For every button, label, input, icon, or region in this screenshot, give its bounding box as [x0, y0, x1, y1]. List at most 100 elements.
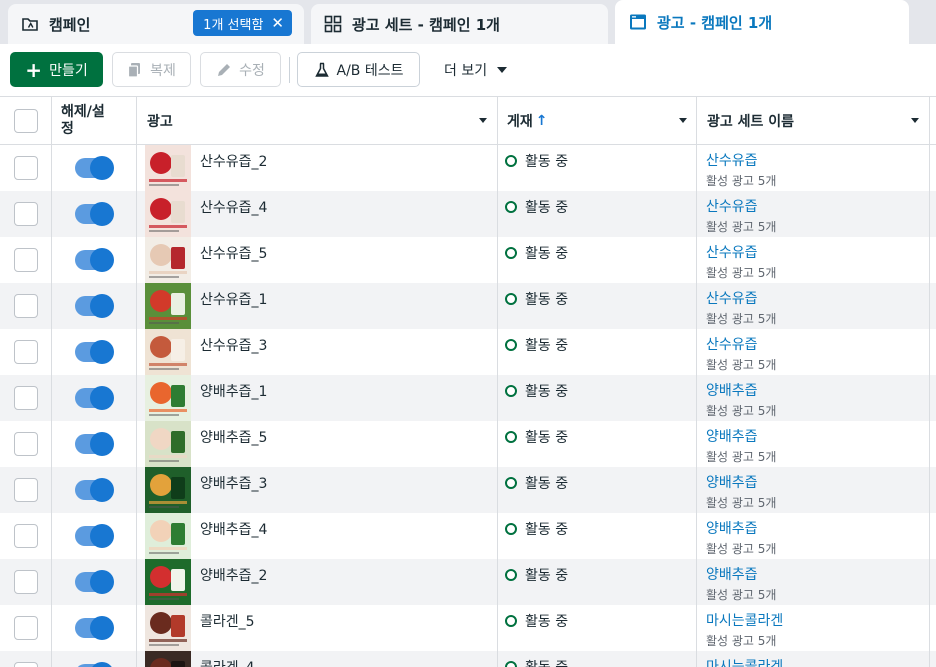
adset-link[interactable]: 산수유즙: [706, 196, 758, 216]
ad-name[interactable]: 콜라겐_5: [200, 611, 255, 631]
row-checkbox[interactable]: [14, 340, 38, 364]
adset-link[interactable]: 양배추즙: [706, 472, 758, 492]
table-row[interactable]: 산수유즙_4 활동 중 산수유즙 활성 광고 5개: [0, 191, 936, 237]
ad-name[interactable]: 양배추즙_4: [200, 519, 267, 539]
ad-name[interactable]: 양배추즙_3: [200, 473, 267, 493]
adset-link[interactable]: 양배추즙: [706, 380, 758, 400]
adset-link[interactable]: 산수유즙: [706, 242, 758, 262]
ad-toggle[interactable]: [75, 294, 114, 318]
select-all-checkbox[interactable]: [14, 109, 38, 133]
ad-thumbnail[interactable]: [145, 375, 191, 421]
table-row[interactable]: 콜라겐_4 활동 중 마시는콜라겐: [0, 651, 936, 667]
ad-name[interactable]: 양배추즙_5: [200, 427, 267, 447]
ad-toggle[interactable]: [75, 386, 114, 410]
tab-ads[interactable]: 광고 - 캠페인 1개: [615, 0, 909, 44]
ad-thumbnail[interactable]: [145, 513, 191, 559]
ad-toggle[interactable]: [75, 524, 114, 548]
column-menu-icon[interactable]: [911, 118, 919, 123]
tab-adsets[interactable]: 광고 세트 - 캠페인 1개: [311, 4, 608, 44]
table-row[interactable]: 양배추즙_1 활동 중 양배추즙 활성 광고 5개: [0, 375, 936, 421]
adset-link[interactable]: 산수유즙: [706, 150, 758, 170]
ad-thumbnail[interactable]: [145, 421, 191, 467]
delivery-status-label: 활동 중: [525, 154, 569, 170]
ad-thumbnail-image: [145, 605, 191, 651]
table-row[interactable]: 산수유즙_1 활동 중 산수유즙 활성 광고 5개: [0, 283, 936, 329]
table-row[interactable]: 산수유즙_2 활동 중 산수유즙 활성 광고 5개: [0, 145, 936, 191]
row-checkbox[interactable]: [14, 524, 38, 548]
ad-thumbnail[interactable]: [145, 651, 191, 667]
adset-link[interactable]: 산수유즙: [706, 334, 758, 354]
create-button[interactable]: + 만들기: [10, 52, 103, 87]
delivery-status: 활동 중: [505, 151, 568, 171]
row-checkbox[interactable]: [14, 248, 38, 272]
delivery-status: 활동 중: [505, 611, 568, 631]
ad-thumbnail[interactable]: [145, 467, 191, 513]
ad-toggle[interactable]: [75, 570, 114, 594]
ad-name[interactable]: 콜라겐_4: [200, 657, 255, 667]
ad-name[interactable]: 산수유즙_3: [200, 335, 267, 355]
selection-badge[interactable]: 1개 선택함 ✕: [193, 10, 292, 36]
status-active-icon: [505, 155, 517, 167]
column-header-delivery[interactable]: 게재 ↑: [497, 97, 697, 144]
status-active-icon: [505, 615, 517, 627]
ad-name[interactable]: 산수유즙_5: [200, 243, 267, 263]
ad-thumbnail-image: [145, 375, 191, 421]
adset-link[interactable]: 양배추즙: [706, 426, 758, 446]
duplicate-button[interactable]: 복제: [112, 52, 191, 87]
ad-toggle[interactable]: [75, 156, 114, 180]
ad-thumbnail[interactable]: [145, 605, 191, 651]
column-menu-icon[interactable]: [479, 118, 487, 123]
row-checkbox[interactable]: [14, 662, 38, 667]
tab-campaign[interactable]: 캠페인 1개 선택함 ✕: [8, 4, 304, 44]
ad-name[interactable]: 양배추즙_2: [200, 565, 267, 585]
more-dropdown[interactable]: 더 보기: [444, 52, 508, 87]
table-row[interactable]: 콜라겐_5 활동 중 마시는콜라겐 활성 광고 5개: [0, 605, 936, 651]
table-row[interactable]: 양배추즙_2 활동 중 양배추즙 활성 광고 5개: [0, 559, 936, 605]
ad-toggle[interactable]: [75, 432, 114, 456]
column-header-adset[interactable]: 광고 세트 이름: [697, 97, 929, 144]
adset-link[interactable]: 양배추즙: [706, 518, 758, 538]
table-row[interactable]: 산수유즙_5 활동 중 산수유즙 활성 광고 5개: [0, 237, 936, 283]
ad-thumbnail[interactable]: [145, 559, 191, 605]
delivery-status-label: 활동 중: [525, 657, 568, 667]
row-checkbox[interactable]: [14, 202, 38, 226]
sort-ascending-icon[interactable]: ↑: [536, 113, 548, 129]
ad-toggle[interactable]: [75, 478, 114, 502]
ad-name[interactable]: 산수유즙_4: [200, 197, 267, 217]
ad-toggle[interactable]: [75, 340, 114, 364]
ad-thumbnail-image: [145, 559, 191, 605]
adset-link[interactable]: 마시는콜라겐: [706, 610, 783, 630]
ad-toggle[interactable]: [75, 616, 114, 640]
column-menu-icon[interactable]: [679, 118, 687, 123]
ad-toggle[interactable]: [75, 202, 114, 226]
table-row[interactable]: 양배추즙_4 활동 중 양배추즙 활성 광고 5개: [0, 513, 936, 559]
adset-link[interactable]: 산수유즙: [706, 288, 758, 308]
table-row[interactable]: 산수유즙_3 활동 중 산수유즙 활성 광고 5개: [0, 329, 936, 375]
edit-button[interactable]: 수정: [200, 52, 281, 87]
ad-name[interactable]: 양배추즙_1: [200, 381, 267, 401]
table-row[interactable]: 양배추즙_3 활동 중 양배추즙 활성 광고 5개: [0, 467, 936, 513]
row-checkbox[interactable]: [14, 294, 38, 318]
adset-link[interactable]: 마시는콜라겐: [706, 656, 783, 667]
ad-thumbnail[interactable]: [145, 329, 191, 375]
ad-toggle[interactable]: [75, 248, 114, 272]
delivery-status: 활동 중: [505, 243, 568, 263]
row-checkbox[interactable]: [14, 570, 38, 594]
table-row[interactable]: 양배추즙_5 활동 중 양배추즙 활성 광고 5개: [0, 421, 936, 467]
close-icon[interactable]: ✕: [271, 15, 284, 31]
ad-thumbnail[interactable]: [145, 191, 191, 237]
row-checkbox[interactable]: [14, 616, 38, 640]
row-checkbox[interactable]: [14, 386, 38, 410]
ad-name[interactable]: 산수유즙_2: [200, 151, 267, 171]
ad-thumbnail[interactable]: [145, 237, 191, 283]
column-header-ad[interactable]: 광고: [137, 97, 497, 144]
row-checkbox[interactable]: [14, 432, 38, 456]
ab-test-button[interactable]: A/B 테스트: [297, 52, 420, 87]
adset-link[interactable]: 양배추즙: [706, 564, 758, 584]
ad-thumbnail[interactable]: [145, 145, 191, 191]
row-checkbox[interactable]: [14, 478, 38, 502]
ad-name[interactable]: 산수유즙_1: [200, 289, 267, 309]
delivery-status-label: 활동 중: [525, 338, 569, 354]
row-checkbox[interactable]: [14, 156, 38, 180]
ad-thumbnail[interactable]: [145, 283, 191, 329]
